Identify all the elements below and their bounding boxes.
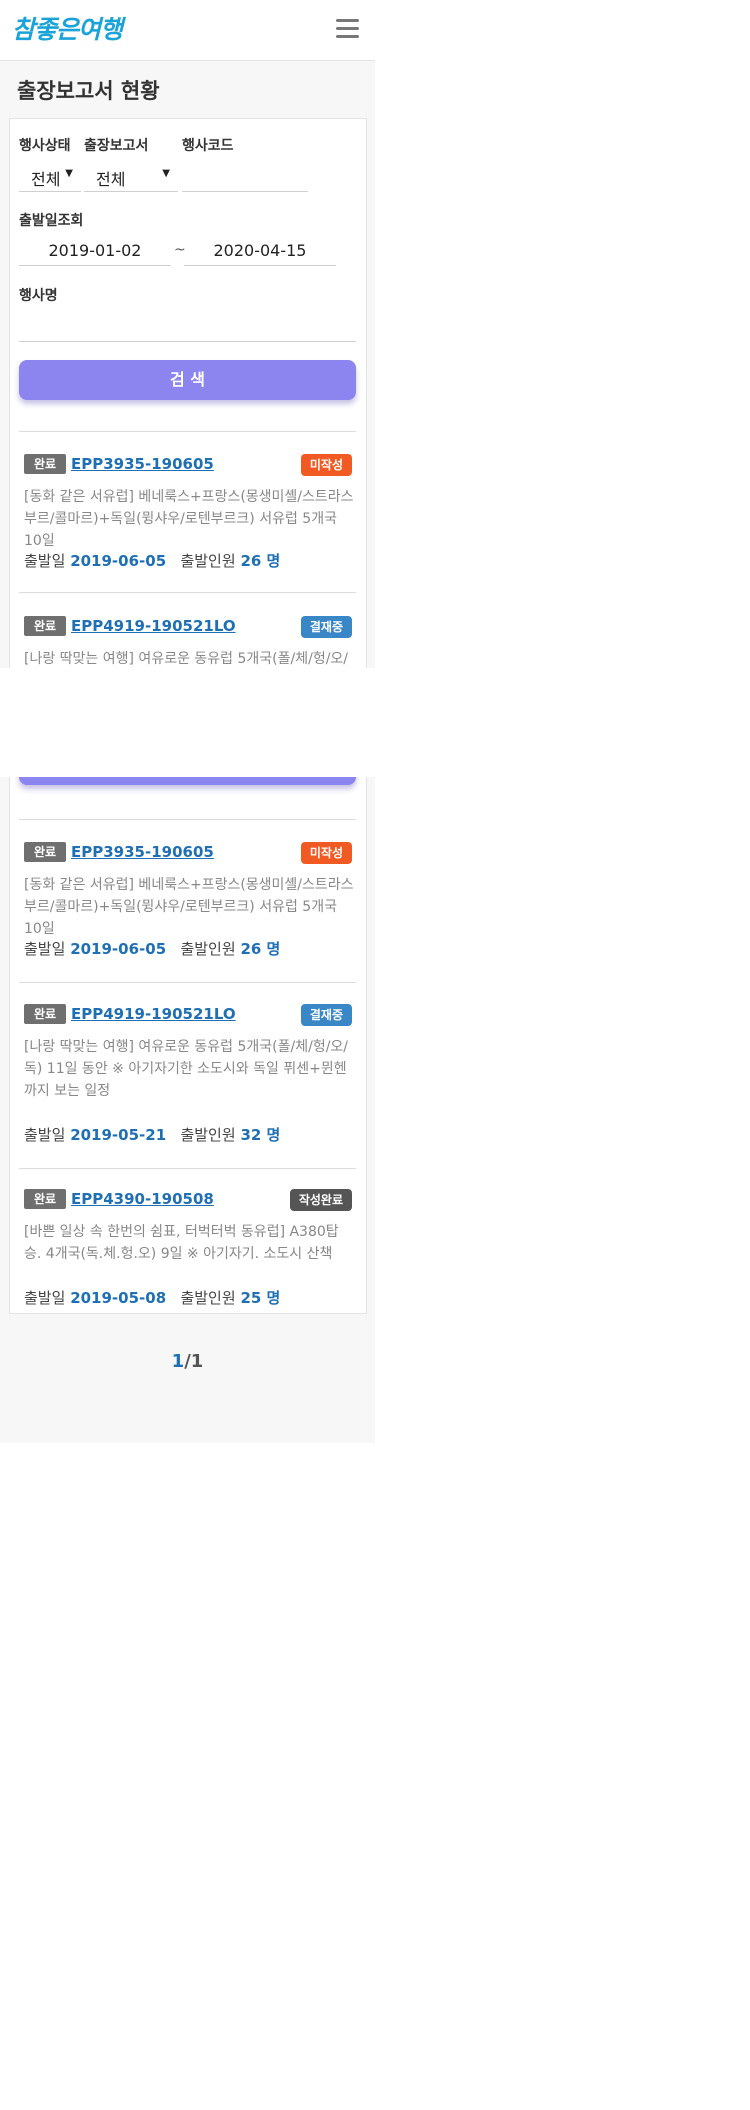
departure-date: 2019-05-08 [70, 1289, 167, 1307]
item-description: [동화 같은 서유럽] 베네룩스+프랑스(몽생미셸/스트라스부르/콜마르)+독일… [24, 877, 354, 937]
departure-label: 출발일 [24, 1289, 66, 1307]
status-tag: 완료 [24, 454, 66, 474]
item-description: [바쁜 일상 속 한번의 쉼표, 터벅터벅 동유럽] A380탑승. 4개국(독… [24, 1224, 339, 1262]
event-name-input[interactable] [19, 311, 356, 342]
status-label: 행사상태 [19, 138, 71, 154]
code-label: 행사코드 [182, 138, 234, 154]
divider [19, 431, 356, 432]
date-label: 출발일조회 [19, 213, 84, 229]
item-meta: 출발일 2019-06-05 출발인원 26 명 [24, 938, 280, 959]
departure-date: 2019-06-05 [70, 940, 167, 958]
item-meta: 출발일 2019-05-08 출발인원 25 명 [24, 1287, 280, 1308]
divider [19, 1168, 356, 1169]
list-item[interactable]: 완료 EPP4919-190521LO 결재중 [나랑 딱맞는 여행] 여유로운… [0, 616, 375, 668]
pax-count: 26 명 [240, 940, 281, 958]
list-item[interactable]: 완료 EPP4919-190521LO 결재중 [나랑 딱맞는 여행] 여유로운… [0, 1004, 375, 1164]
item-meta: 출발일 2019-06-05 출발인원 26 명 [24, 550, 280, 571]
screen-bottom: 검 색 완료 EPP3935-190605 미작성 [동화 같은 서유럽] 베네… [0, 777, 375, 1443]
status-tag: 완료 [24, 1004, 66, 1024]
hamburger-menu-icon[interactable] [336, 19, 359, 39]
pax-count: 32 명 [240, 1126, 281, 1144]
date-from-input[interactable]: 2019-01-02 [19, 235, 171, 266]
page-title: 출장보고서 현황 [17, 79, 160, 103]
item-description: [나랑 딱맞는 여행] 여유로운 동유럽 5개국(폴/체/헝/오/독) 11일 … [24, 1039, 349, 1099]
report-label: 출장보고서 [84, 138, 149, 154]
report-status-badge: 미작성 [300, 842, 352, 864]
list-item[interactable]: 완료 EPP3935-190605 미작성 [동화 같은 서유럽] 베네룩스+프… [0, 454, 375, 589]
pax-label: 출발인원 [180, 552, 236, 570]
pax-label: 출발인원 [180, 1289, 236, 1307]
event-code-link[interactable]: EPP3935-190605 [71, 843, 214, 861]
divider [19, 592, 356, 593]
status-tag: 완료 [24, 616, 66, 636]
pax-count: 26 명 [240, 552, 281, 570]
list-item[interactable]: 완료 EPP3935-190605 미작성 [동화 같은 서유럽] 베네룩스+프… [0, 842, 375, 977]
departure-label: 출발일 [24, 1126, 66, 1144]
event-code-link[interactable]: EPP4390-190508 [71, 1190, 214, 1208]
search-button[interactable]: 검 색 [19, 360, 356, 400]
event-code-link[interactable]: EPP4919-190521LO [71, 617, 236, 635]
report-select[interactable]: 전체 ▼ [84, 161, 178, 192]
list-item[interactable]: 완료 EPP4390-190508 작성완료 [바쁜 일상 속 한번의 쉼표, … [0, 1189, 375, 1319]
report-status-badge: 미작성 [300, 454, 352, 476]
status-tag: 완료 [24, 842, 66, 862]
item-description: [나랑 딱맞는 여행] 여유로운 동유럽 5개국(폴/체/헝/오/독) 11일 … [24, 651, 349, 667]
dropdown-arrow-icon: ▼ [162, 168, 170, 179]
search-button[interactable]: 검 색 [19, 777, 356, 785]
pax-label: 출발인원 [180, 1126, 236, 1144]
date-to-input[interactable]: 2020-04-15 [184, 235, 336, 266]
departure-date: 2019-06-05 [70, 552, 167, 570]
event-code-input[interactable] [182, 161, 308, 192]
item-meta: 출발일 2019-05-21 출발인원 32 명 [24, 1124, 280, 1145]
brand-logo[interactable]: 참좋은여행 [12, 10, 123, 46]
status-select[interactable]: 전체 ▼ [19, 161, 81, 192]
report-status-badge: 결재중 [300, 616, 352, 638]
departure-date: 2019-05-21 [70, 1126, 167, 1144]
divider [19, 982, 356, 983]
event-code-link[interactable]: EPP3935-190605 [71, 455, 214, 473]
app-header: 참좋은여행 [0, 0, 375, 61]
report-select-value: 전체 [96, 170, 126, 189]
departure-label: 출발일 [24, 552, 66, 570]
dropdown-arrow-icon: ▼ [65, 168, 73, 179]
event-code-link[interactable]: EPP4919-190521LO [71, 1005, 236, 1023]
report-status-badge: 결재중 [300, 1004, 352, 1026]
divider [19, 819, 356, 820]
report-status-badge: 작성완료 [289, 1189, 352, 1211]
pax-label: 출발인원 [180, 940, 236, 958]
current-page[interactable]: 1 [172, 1351, 185, 1372]
page-separator: / [184, 1351, 191, 1372]
status-tag: 완료 [24, 1189, 66, 1209]
screen-top: 참좋은여행 출장보고서 현황 행사상태 출장보고서 행사코드 전체 ▼ 전체 ▼… [0, 0, 375, 668]
event-name-label: 행사명 [19, 288, 58, 304]
total-pages: 1 [190, 1351, 204, 1372]
pagination[interactable]: 1/1 [0, 1351, 375, 1372]
departure-label: 출발일 [24, 940, 66, 958]
status-select-value: 전체 [31, 170, 61, 189]
pax-count: 25 명 [240, 1289, 281, 1307]
item-description: [동화 같은 서유럽] 베네룩스+프랑스(몽생미셸/스트라스부르/콜마르)+독일… [24, 489, 354, 549]
